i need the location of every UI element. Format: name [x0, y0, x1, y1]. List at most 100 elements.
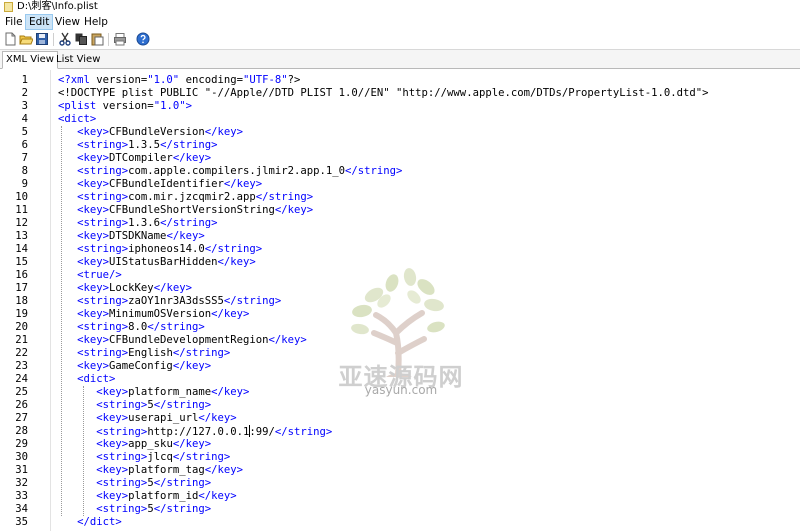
code-text[interactable]: <string>iphoneos14.0</string> — [58, 243, 262, 256]
code-line[interactable]: 22 <string>English</string> — [0, 347, 800, 360]
code-text[interactable]: <string>1.3.5</string> — [58, 139, 217, 152]
xml-tag-token: <string> — [77, 347, 129, 359]
code-line[interactable]: 32 <string>5</string> — [0, 477, 800, 490]
code-text[interactable]: <string>5</string> — [58, 503, 211, 516]
xml-tag-token: </key> — [198, 490, 237, 502]
save-icon[interactable] — [35, 32, 49, 46]
code-line[interactable]: 15 <key>UIStatusBarHidden</key> — [0, 256, 800, 269]
code-line[interactable]: 2 <!DOCTYPE plist PUBLIC "-//Apple//DTD P… — [0, 87, 800, 100]
code-line[interactable]: 5 <key>CFBundleVersion</key> — [0, 126, 800, 139]
code-line[interactable]: 14 <string>iphoneos14.0</string> — [0, 243, 800, 256]
code-line[interactable]: 1 <?xml version="1.0" encoding="UTF-8"?> — [0, 74, 800, 87]
code-line[interactable]: 35 </dict> — [0, 516, 800, 529]
xml-tag-token: <string> — [96, 477, 148, 489]
text-token: platform_name — [128, 386, 212, 398]
xml-tag-token: </key> — [211, 308, 250, 320]
xml-editor[interactable]: 亚速源码网 yasyun.com 1 <?xml version="1.0" en… — [0, 70, 800, 531]
code-text[interactable]: <key>UIStatusBarHidden</key> — [58, 256, 256, 269]
code-text[interactable]: <plist version="1.0"> — [58, 100, 192, 113]
code-line[interactable]: 33 <key>platform_id</key> — [0, 490, 800, 503]
code-line[interactable]: 3 <plist version="1.0"> — [0, 100, 800, 113]
code-line[interactable]: 10 <string>com.mir.jzcqmir2.app</string> — [0, 191, 800, 204]
code-text[interactable]: <string>1.3.6</string> — [58, 217, 217, 230]
code-text[interactable]: <key>DTSDKName</key> — [58, 230, 205, 243]
code-text[interactable]: <key>platform_tag</key> — [58, 464, 243, 477]
code-line[interactable]: 30 <string>jlcq</string> — [0, 451, 800, 464]
menu-view[interactable]: View — [52, 14, 83, 30]
code-text[interactable]: <key>userapi_url</key> — [58, 412, 236, 425]
code-text[interactable]: <dict> — [58, 373, 115, 386]
code-line[interactable]: 23 <key>GameConfig</key> — [0, 360, 800, 373]
help-icon[interactable] — [136, 32, 150, 46]
code-line[interactable]: 26 <string>5</string> — [0, 399, 800, 412]
code-text[interactable]: <key>MinimumOSVersion</key> — [58, 308, 249, 321]
code-text[interactable]: <dict> — [58, 113, 96, 126]
code-text[interactable]: <key>platform_id</key> — [58, 490, 237, 503]
paste-icon[interactable] — [90, 32, 104, 46]
new-file-icon[interactable] — [3, 32, 17, 46]
code-text[interactable]: </dict> — [58, 516, 122, 529]
code-line[interactable]: 9 <key>CFBundleIdentifier</key> — [0, 178, 800, 191]
code-text[interactable]: <true/> — [58, 269, 122, 282]
menu-edit[interactable]: Edit — [25, 14, 54, 30]
text-token: CFBundleDevelopmentRegion — [109, 334, 269, 346]
code-line[interactable]: 28 <string>http://127.0.0.1:99/</string> — [0, 425, 800, 438]
text-token: CFBundleShortVersionString — [109, 204, 275, 216]
code-line[interactable]: 11 <key>CFBundleShortVersionString</key> — [0, 204, 800, 217]
tab-list-view[interactable]: List View — [53, 52, 103, 69]
code-text[interactable]: <key>DTCompiler</key> — [58, 152, 211, 165]
tab-xml-view[interactable]: XML View — [2, 51, 58, 69]
code-line[interactable]: 27 <key>userapi_url</key> — [0, 412, 800, 425]
code-line[interactable]: 24 <dict> — [0, 373, 800, 386]
code-line[interactable]: 34 <string>5</string> — [0, 503, 800, 516]
copy-icon[interactable] — [74, 32, 88, 46]
code-text[interactable]: <key>app_sku</key> — [58, 438, 211, 451]
code-text[interactable]: <key>LockKey</key> — [58, 282, 192, 295]
code-line[interactable]: 19 <key>MinimumOSVersion</key> — [0, 308, 800, 321]
open-folder-icon[interactable] — [19, 32, 33, 46]
code-line[interactable]: 13 <key>DTSDKName</key> — [0, 230, 800, 243]
code-text[interactable]: <string>jlcq</string> — [58, 451, 230, 464]
menu-file[interactable]: File — [2, 14, 26, 30]
code-text[interactable]: <string>http://127.0.0.1:99/</string> — [58, 425, 332, 439]
code-line[interactable]: 29 <key>app_sku</key> — [0, 438, 800, 451]
xml-tag-token: <string> — [77, 139, 129, 151]
code-line[interactable]: 31 <key>platform_tag</key> — [0, 464, 800, 477]
code-line[interactable]: 7 <key>DTCompiler</key> — [0, 152, 800, 165]
code-text[interactable]: <key>CFBundleDevelopmentRegion</key> — [58, 334, 307, 347]
code-line[interactable]: 4 <dict> — [0, 113, 800, 126]
print-icon[interactable] — [113, 32, 127, 46]
code-line[interactable]: 25 <key>platform_name</key> — [0, 386, 800, 399]
code-text[interactable]: <key>platform_name</key> — [58, 386, 249, 399]
text-token: userapi_url — [128, 412, 199, 424]
text-token: MinimumOSVersion — [109, 308, 212, 320]
code-text[interactable]: <string>5</string> — [58, 399, 211, 412]
code-text[interactable]: <key>GameConfig</key> — [58, 360, 211, 373]
code-line[interactable]: 16 <true/> — [0, 269, 800, 282]
code-line[interactable]: 8 <string>com.apple.compilers.jlmir2.app… — [0, 165, 800, 178]
code-text[interactable]: <string>8.0</string> — [58, 321, 205, 334]
code-line[interactable]: 6 <string>1.3.5</string> — [0, 139, 800, 152]
code-line[interactable]: 12 <string>1.3.6</string> — [0, 217, 800, 230]
code-text[interactable]: <string>com.apple.compilers.jlmir2.app.1… — [58, 165, 402, 178]
code-line[interactable]: 20 <string>8.0</string> — [0, 321, 800, 334]
code-line[interactable]: 17 <key>LockKey</key> — [0, 282, 800, 295]
menu-help[interactable]: Help — [81, 14, 111, 30]
code-text[interactable]: <key>CFBundleVersion</key> — [58, 126, 243, 139]
code-text[interactable]: <key>CFBundleIdentifier</key> — [58, 178, 262, 191]
code-line[interactable]: 18 <string>zaOY1nr3A3dsSS5</string> — [0, 295, 800, 308]
code-text[interactable]: <!DOCTYPE plist PUBLIC "-//Apple//DTD PL… — [58, 87, 709, 100]
code-text[interactable]: <string>zaOY1nr3A3dsSS5</string> — [58, 295, 281, 308]
code-line[interactable]: 21 <key>CFBundleDevelopmentRegion</key> — [0, 334, 800, 347]
code-text[interactable]: <string>English</string> — [58, 347, 230, 360]
code-text[interactable]: <string>5</string> — [58, 477, 211, 490]
cut-icon[interactable] — [58, 32, 72, 46]
code-text[interactable]: <?xml version="1.0" encoding="UTF-8"?> — [58, 74, 300, 87]
line-number: 26 — [15, 399, 28, 411]
code-text[interactable]: <string>com.mir.jzcqmir2.app</string> — [58, 191, 313, 204]
code-text[interactable]: <key>CFBundleShortVersionString</key> — [58, 204, 313, 217]
